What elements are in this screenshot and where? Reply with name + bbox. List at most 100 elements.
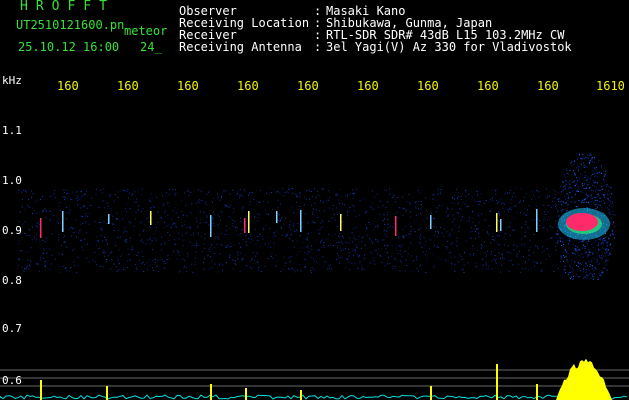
noise-speckle [319, 201, 321, 203]
noise-speckle [168, 239, 170, 241]
noise-speckle [453, 194, 455, 196]
noise-speckle [372, 242, 374, 244]
noise-speckle [308, 251, 310, 253]
noise-speckle [312, 211, 314, 213]
echo-speckle [572, 170, 574, 172]
noise-speckle [248, 204, 250, 206]
noise-speckle [145, 243, 147, 245]
noise-speckle [119, 237, 121, 239]
noise-speckle [312, 195, 313, 197]
noise-speckle [374, 196, 376, 198]
noise-speckle [136, 198, 138, 200]
noise-speckle [43, 249, 45, 251]
noise-speckle [508, 270, 510, 272]
echo-speckle [599, 190, 601, 192]
noise-speckle [85, 221, 87, 223]
echo-speckle [567, 194, 569, 196]
noise-speckle [210, 247, 212, 249]
noise-speckle [221, 269, 223, 271]
signal-spike [210, 384, 212, 400]
noise-speckle [96, 236, 98, 238]
noise-speckle [346, 258, 348, 259]
echo-speckle [577, 246, 578, 248]
noise-speckle [89, 212, 91, 214]
noise-speckle [21, 206, 23, 208]
noise-speckle [112, 223, 114, 225]
echo-speckle [574, 185, 576, 187]
noise-speckle [83, 205, 85, 206]
noise-speckle [296, 254, 298, 256]
x-tick-label: 160 [477, 79, 499, 93]
noise-speckle [549, 256, 550, 258]
y-tick-label: 0.8 [2, 274, 22, 287]
noise-speckle [293, 225, 295, 227]
noise-speckle [484, 219, 486, 221]
noise-speckle [252, 239, 254, 241]
noise-speckle [45, 217, 47, 219]
noise-speckle [32, 207, 34, 209]
echo-speckle [609, 244, 611, 246]
noise-speckle [361, 240, 363, 242]
noise-speckle [296, 240, 298, 242]
noise-speckle [24, 221, 26, 223]
noise-speckle [203, 248, 205, 250]
noise-speckle [183, 239, 185, 241]
noise-speckle [65, 218, 67, 220]
noise-speckle [450, 267, 452, 269]
noise-speckle [212, 197, 214, 199]
noise-speckle [353, 205, 355, 207]
noise-speckle [472, 245, 474, 247]
noise-speckle [317, 249, 319, 251]
noise-speckle [342, 203, 343, 204]
noise-speckle [509, 189, 511, 191]
noise-speckle [213, 253, 215, 254]
noise-speckle [120, 235, 122, 237]
noise-speckle [258, 201, 260, 203]
echo-speckle [579, 263, 581, 264]
noise-speckle [369, 237, 371, 239]
noise-speckle [127, 197, 129, 199]
noise-speckle [336, 193, 338, 195]
noise-speckle [389, 263, 391, 264]
echo-speckle [587, 158, 589, 160]
noise-speckle [150, 237, 151, 239]
noise-speckle [369, 223, 371, 225]
echo-speckle [596, 258, 598, 260]
noise-speckle [139, 234, 140, 236]
noise-speckle [239, 218, 241, 219]
x-tick-label: 160 [117, 79, 139, 93]
noise-speckle [253, 259, 255, 261]
noise-speckle [29, 229, 30, 231]
noise-speckle [426, 257, 428, 258]
echo-speckle [592, 265, 593, 267]
echo-speckle [558, 198, 560, 199]
echo-speckle [557, 210, 559, 212]
noise-speckle [140, 222, 141, 224]
noise-speckle [324, 261, 326, 263]
noise-speckle [154, 232, 156, 234]
echo-speckle [592, 173, 594, 175]
noise-speckle [352, 189, 354, 191]
noise-speckle [87, 207, 88, 209]
noise-speckle [485, 254, 487, 256]
noise-speckle [481, 246, 483, 248]
noise-speckle [496, 242, 498, 244]
echo-speckle [578, 200, 580, 202]
noise-speckle [508, 211, 510, 213]
noise-speckle [503, 210, 505, 212]
noise-speckle [191, 203, 193, 205]
noise-speckle [84, 238, 86, 240]
noise-speckle [272, 257, 274, 259]
noise-speckle [65, 270, 67, 272]
noise-speckle [125, 190, 127, 192]
echo-speckle [603, 238, 605, 239]
echo-speckle [592, 276, 594, 278]
noise-speckle [76, 236, 77, 238]
echo-speckle [589, 178, 591, 180]
noise-speckle [357, 267, 359, 269]
noise-speckle [221, 212, 222, 214]
noise-speckle [172, 222, 174, 224]
noise-speckle [498, 212, 499, 214]
noise-speckle [127, 260, 129, 262]
echo-speckle [604, 238, 605, 240]
